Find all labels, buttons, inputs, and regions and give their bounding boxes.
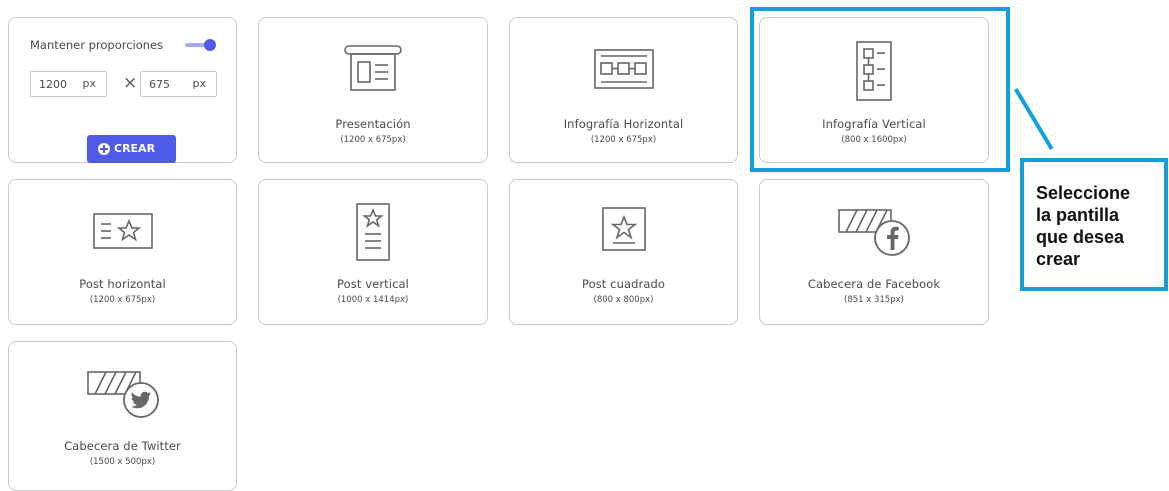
callout-line: Seleccione [1036,183,1131,203]
custom-size-card: Mantener proporciones 1200 px × 675 px C… [8,17,237,163]
template-card-post-vertical[interactable]: Post vertical (1000 x 1414px) [258,179,488,325]
template-card-post-square[interactable]: Post cuadrado (800 x 800px) [509,179,738,325]
callout-text: Seleccione la pantilla que desea crear [1036,182,1166,270]
template-card-facebook-header[interactable]: Cabecera de Facebook (851 x 315px) [759,179,989,325]
selection-highlight-frame [750,7,1010,172]
post-vertical-icon [356,203,390,261]
template-size: (800 x 800px) [593,295,654,305]
keep-proportions-toggle[interactable] [185,39,217,51]
presentation-icon [344,45,402,91]
template-title: Infografía Horizontal [563,117,684,131]
facebook-header-icon [838,209,910,256]
width-unit: px [82,77,97,90]
width-input[interactable]: 1200 px [30,71,107,97]
post-horizontal-icon [92,213,153,249]
template-size: (1200 x 675px) [89,295,156,305]
template-title: Post cuadrado [581,277,666,291]
height-unit: px [192,77,207,90]
template-card-twitter-header[interactable]: Cabecera de Twitter (1500 x 500px) [8,341,237,491]
template-size: (1000 x 1414px) [337,295,409,305]
create-button-label: CREAR [114,142,156,155]
height-input[interactable]: 675 px [140,71,217,97]
template-size: (1200 x 675px) [590,135,657,145]
toggle-knob [204,39,216,51]
callout-pointer-line [1014,87,1054,151]
template-title: Post vertical [337,277,409,291]
callout-note: Seleccione la pantilla que desea crear [1020,158,1168,291]
template-card-infographic-horizontal[interactable]: Infografía Horizontal (1200 x 675px) [509,17,738,163]
template-size: (1500 x 500px) [89,457,156,467]
template-card-presentation[interactable]: Presentación (1200 x 675px) [258,17,488,163]
template-size: (851 x 315px) [844,295,904,305]
template-title: Presentación [335,117,411,131]
template-title: Cabecera de Facebook [807,277,941,291]
template-card-post-horizontal[interactable]: Post horizontal (1200 x 675px) [8,179,237,325]
width-value: 1200 [39,78,67,91]
post-square-icon [601,207,646,251]
plus-circle-icon [98,143,110,155]
height-value: 675 [149,78,170,91]
callout-line: crear [1036,249,1081,269]
times-icon: × [123,73,138,93]
infographic-horizontal-icon [593,49,654,89]
template-title: Post horizontal [79,277,166,291]
keep-proportions-label: Mantener proporciones [30,38,164,52]
callout-line: la pantilla [1036,205,1120,225]
twitter-header-icon [86,371,159,418]
template-title: Cabecera de Twitter [64,439,181,453]
create-button[interactable]: CREAR [87,135,176,163]
template-size: (1200 x 675px) [340,135,406,145]
callout-line: que desea [1036,227,1125,247]
